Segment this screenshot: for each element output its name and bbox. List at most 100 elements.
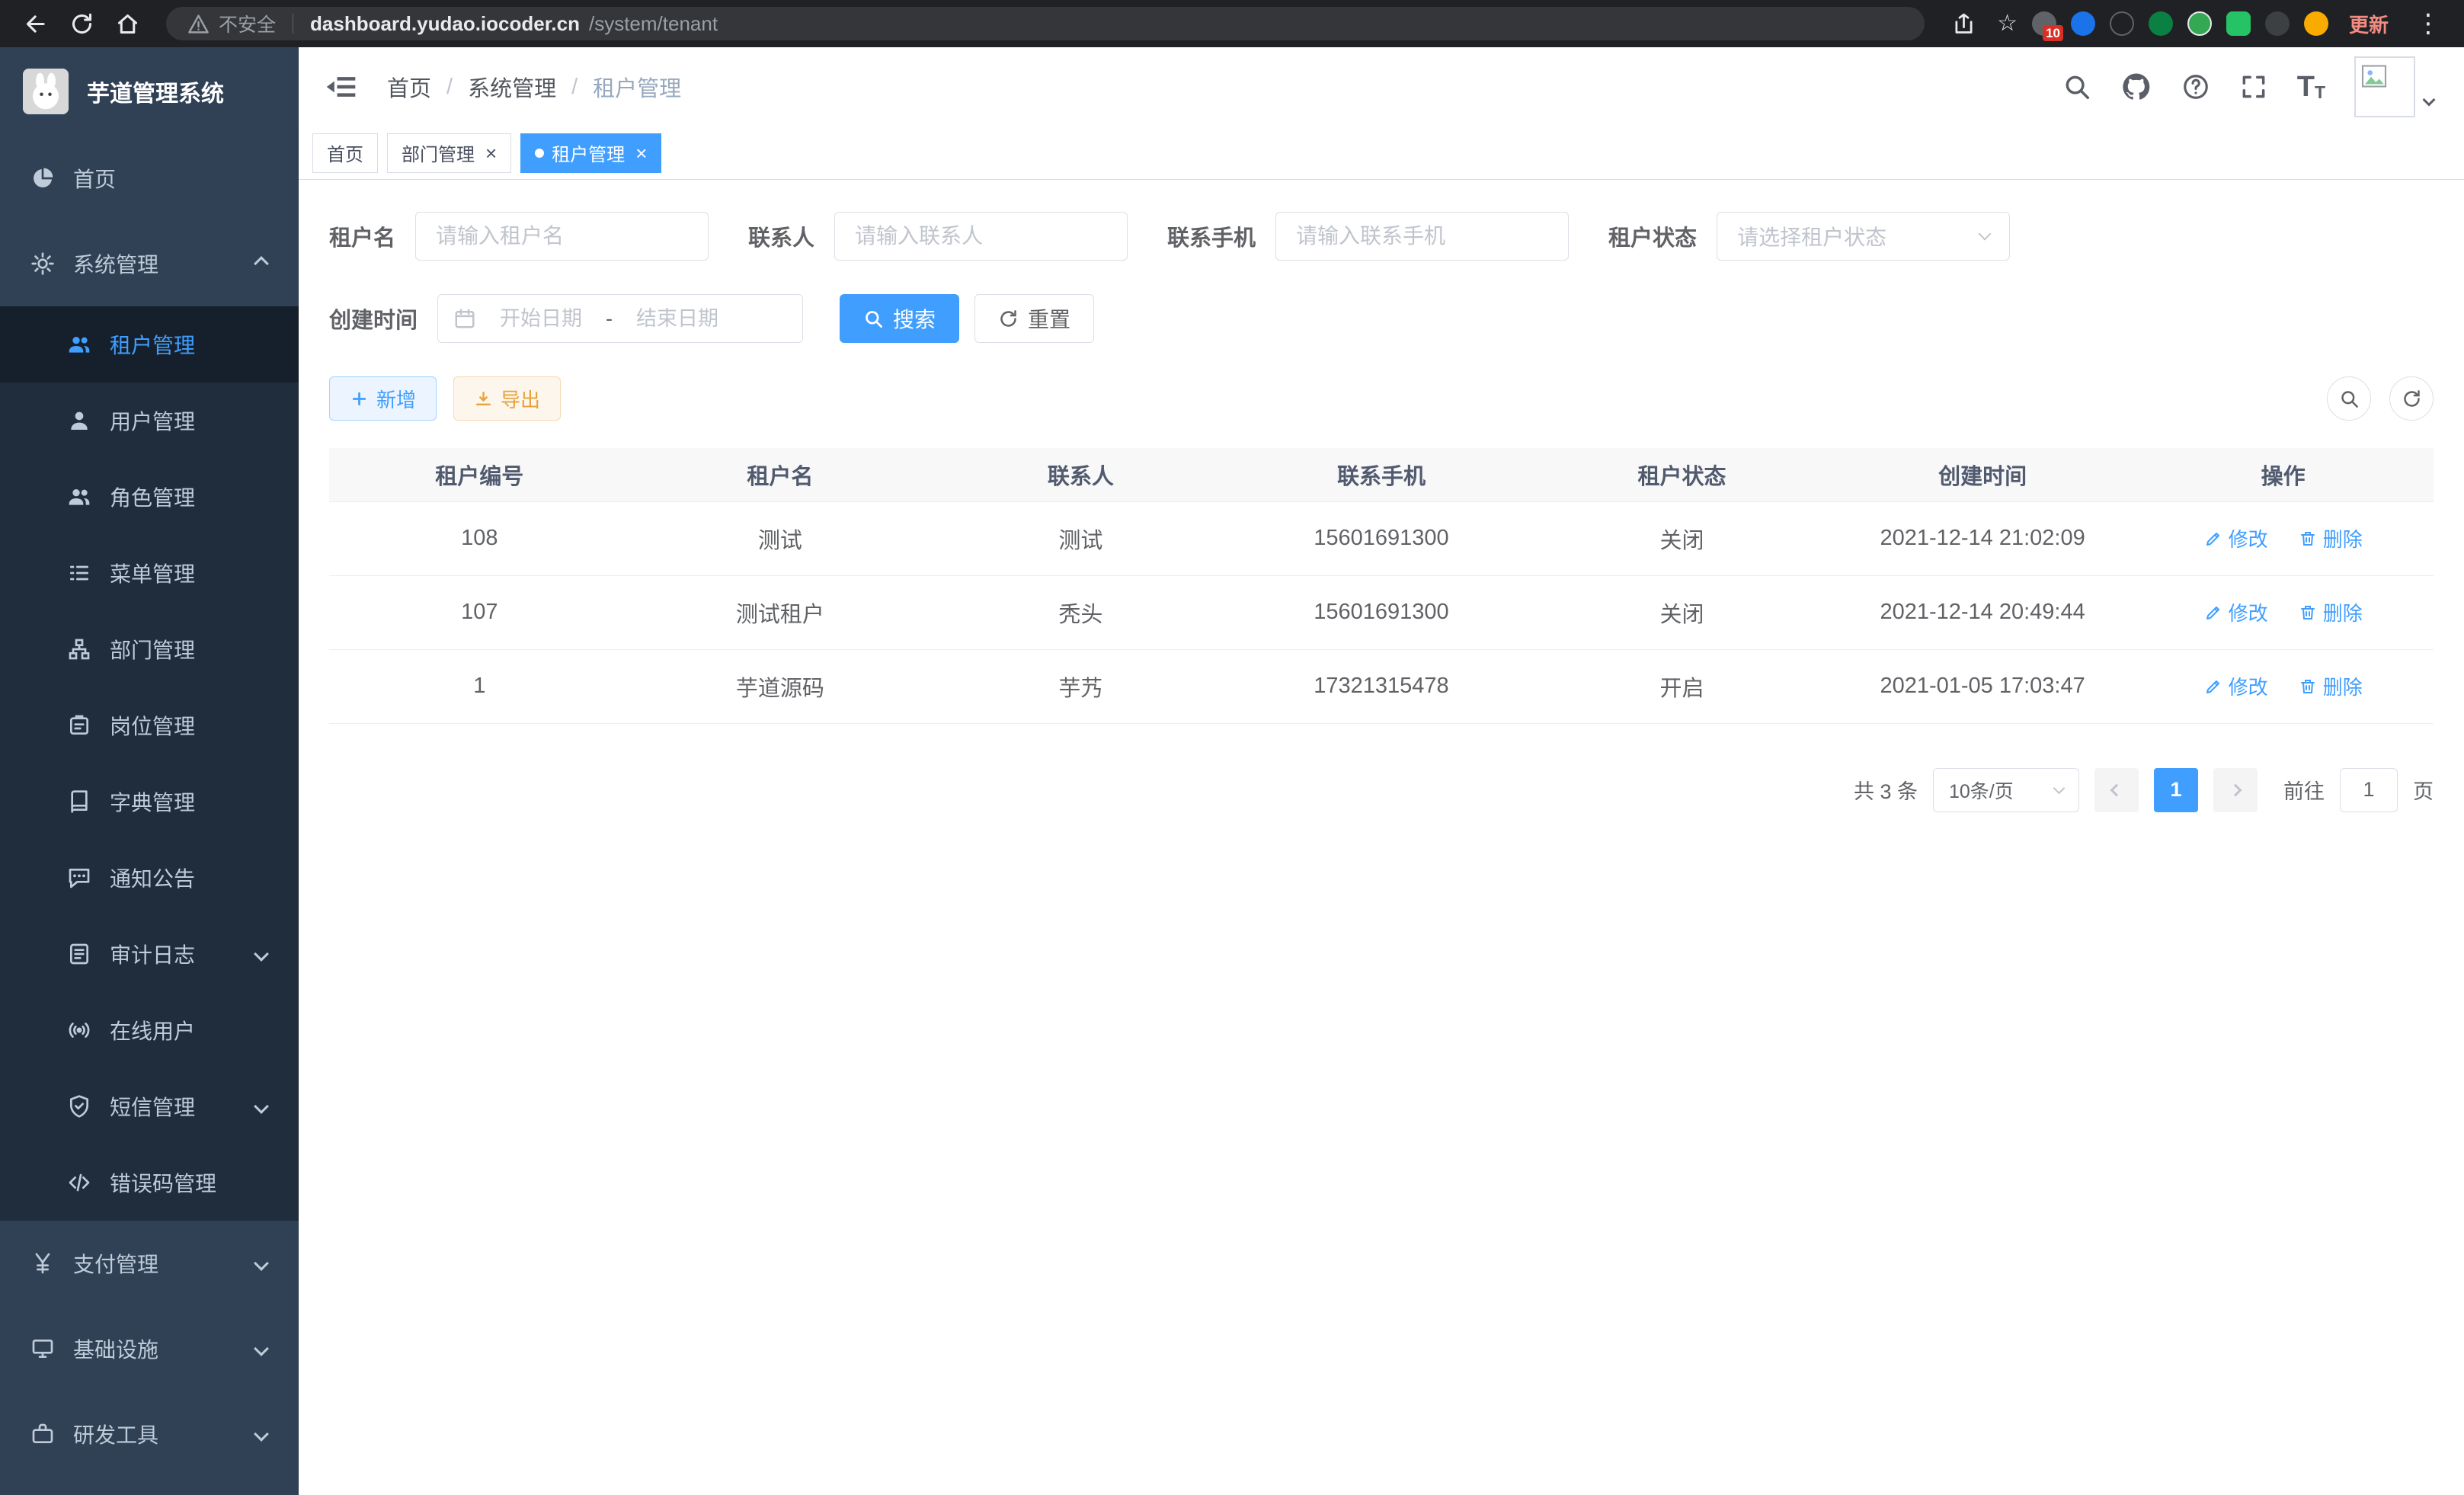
extension-icon[interactable] xyxy=(2187,11,2212,36)
sidebar-item-tenant[interactable]: 租户管理 xyxy=(0,306,299,383)
sidebar-item-role[interactable]: 角色管理 xyxy=(0,459,299,535)
calendar-icon xyxy=(453,307,476,330)
help-icon[interactable] xyxy=(2181,72,2210,101)
column-header: 租户名 xyxy=(630,448,931,501)
tenant-name-input[interactable] xyxy=(415,212,709,261)
sidebar-item-label: 部门管理 xyxy=(110,634,195,664)
chrome-update-button[interactable]: 更新 xyxy=(2343,10,2395,38)
sidebar-item-devtools[interactable]: 研发工具 xyxy=(0,1391,299,1477)
share-icon[interactable] xyxy=(1944,5,1982,43)
action-label: 删除 xyxy=(2323,598,2363,626)
table-row[interactable]: 1 芋道源码 芋艿 17321315478 开启 2021-01-05 17:0… xyxy=(329,649,2434,723)
sidebar-item-notice[interactable]: 通知公告 xyxy=(0,840,299,916)
date-end-input[interactable] xyxy=(620,307,734,331)
edit-button[interactable]: 修改 xyxy=(2204,598,2268,626)
edit-button[interactable]: 修改 xyxy=(2204,672,2268,700)
sidebar-item-dict[interactable]: 字典管理 xyxy=(0,764,299,840)
browser-back-button[interactable] xyxy=(17,5,55,43)
chevron-down-icon xyxy=(254,1099,269,1114)
chevron-right-icon xyxy=(2229,783,2242,796)
tenant-table: 租户编号 租户名 联系人 联系手机 租户状态 创建时间 操作 108 测试 测试 xyxy=(329,448,2434,724)
refresh-table-button[interactable] xyxy=(2389,376,2434,421)
logo-image xyxy=(23,69,69,114)
delete-button[interactable]: 删除 xyxy=(2299,672,2363,700)
tab-tenant[interactable]: 租户管理 × xyxy=(520,133,661,173)
tab-label: 部门管理 xyxy=(402,139,475,166)
sidebar-item-dept[interactable]: 部门管理 xyxy=(0,611,299,687)
cell-tenant-name: 测试 xyxy=(630,501,931,575)
button-label: 新增 xyxy=(376,385,416,413)
app-logo[interactable]: 芋道管理系统 xyxy=(0,47,299,136)
browser-menu-icon[interactable]: ⋮ xyxy=(2409,8,2447,39)
extension-icon[interactable] xyxy=(2071,11,2095,36)
browser-home-button[interactable] xyxy=(108,5,146,43)
goto-page-input[interactable] xyxy=(2340,768,2398,812)
font-size-icon[interactable]: TT xyxy=(2297,72,2325,101)
breadcrumb-current: 租户管理 xyxy=(593,71,681,103)
extension-icon[interactable] xyxy=(2226,11,2251,36)
close-icon[interactable]: × xyxy=(485,143,497,163)
sidebar-item-online-users[interactable]: 在线用户 xyxy=(0,992,299,1068)
reset-button[interactable]: 重置 xyxy=(974,294,1094,343)
phone-input[interactable] xyxy=(1275,212,1569,261)
sidebar-item-home[interactable]: 首页 xyxy=(0,136,299,221)
tab-dept[interactable]: 部门管理 × xyxy=(387,133,511,173)
sidebar-item-menu[interactable]: 菜单管理 xyxy=(0,535,299,611)
cell-actions: 修改 删除 xyxy=(2133,501,2434,575)
fullscreen-icon[interactable] xyxy=(2239,72,2268,101)
delete-button[interactable]: 删除 xyxy=(2299,598,2363,626)
sidebar-item-system[interactable]: 系统管理 xyxy=(0,221,299,306)
sidebar-item-error-code[interactable]: 错误码管理 xyxy=(0,1144,299,1221)
chevron-down-icon xyxy=(2053,782,2066,794)
sidebar-item-pay[interactable]: 支付管理 xyxy=(0,1221,299,1306)
cell-tenant-id: 1 xyxy=(329,649,630,723)
sidebar-toggle-icon[interactable] xyxy=(325,70,358,104)
contact-input[interactable] xyxy=(834,212,1128,261)
export-button[interactable]: 导出 xyxy=(453,376,561,421)
url-path: /system/tenant xyxy=(589,12,718,36)
column-header: 租户编号 xyxy=(329,448,630,501)
edit-button[interactable]: 修改 xyxy=(2204,524,2268,552)
status-select[interactable]: 请选择租户状态 xyxy=(1717,212,2010,261)
sidebar-item-post[interactable]: 岗位管理 xyxy=(0,687,299,764)
github-icon[interactable] xyxy=(2120,71,2152,103)
hide-search-button[interactable] xyxy=(2327,376,2371,421)
browser-profile-avatar[interactable] xyxy=(2304,11,2328,36)
browser-reload-button[interactable] xyxy=(62,5,101,43)
table-row[interactable]: 107 测试租户 秃头 15601691300 关闭 2021-12-14 20… xyxy=(329,575,2434,649)
action-label: 修改 xyxy=(2229,598,2268,626)
chevron-down-icon xyxy=(254,1426,269,1442)
extension-icon[interactable] xyxy=(2110,11,2134,36)
add-button[interactable]: 新增 xyxy=(329,376,437,421)
action-label: 修改 xyxy=(2229,672,2268,700)
sidebar-item-user[interactable]: 用户管理 xyxy=(0,383,299,459)
roles-icon xyxy=(67,485,91,509)
sidebar-item-infra[interactable]: 基础设施 xyxy=(0,1306,299,1391)
breadcrumb-home[interactable]: 首页 xyxy=(387,71,431,103)
table-row[interactable]: 108 测试 测试 15601691300 关闭 2021-12-14 21:0… xyxy=(329,501,2434,575)
download-icon xyxy=(474,389,493,408)
search-button[interactable]: 搜索 xyxy=(840,294,959,343)
close-icon[interactable]: × xyxy=(635,143,647,163)
date-range-picker[interactable]: - xyxy=(437,294,803,343)
tab-home[interactable]: 首页 xyxy=(312,133,378,173)
search-icon[interactable] xyxy=(2062,72,2091,101)
address-bar[interactable]: 不安全 dashboard.yudao.iocoder.cn /system/t… xyxy=(166,7,1925,40)
page-size-select[interactable]: 10条/页 xyxy=(1933,768,2079,812)
table-tools xyxy=(2327,376,2434,421)
sidebar-item-sms[interactable]: 短信管理 xyxy=(0,1068,299,1144)
date-start-input[interactable] xyxy=(484,307,598,331)
current-page-button[interactable]: 1 xyxy=(2154,768,2198,812)
delete-button[interactable]: 删除 xyxy=(2299,524,2363,552)
sidebar-item-label: 菜单管理 xyxy=(110,558,195,588)
breadcrumb-system[interactable]: 系统管理 xyxy=(468,71,556,103)
next-page-button[interactable] xyxy=(2213,768,2258,812)
column-header: 操作 xyxy=(2133,448,2434,501)
sidebar-item-audit-log[interactable]: 审计日志 xyxy=(0,916,299,992)
user-avatar[interactable] xyxy=(2354,56,2434,117)
extension-icon[interactable] xyxy=(2149,11,2173,36)
prev-page-button[interactable] xyxy=(2094,768,2139,812)
extension-icon[interactable]: 10 xyxy=(2032,11,2056,36)
extension-icon[interactable] xyxy=(2265,11,2290,36)
bookmark-star-icon[interactable]: ☆ xyxy=(1997,12,2018,35)
